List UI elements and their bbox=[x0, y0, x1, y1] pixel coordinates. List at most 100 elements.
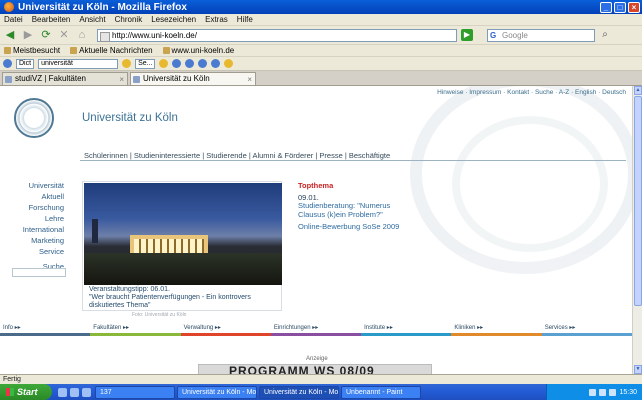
scroll-up-icon[interactable]: ▲ bbox=[634, 86, 642, 95]
taskbar-item[interactable]: Universität zu Köln - Mozilla Firefox bbox=[259, 385, 339, 399]
taskbar-item[interactable]: 137 bbox=[95, 385, 175, 399]
sidenav-item-forschung[interactable]: Forschung bbox=[4, 202, 64, 213]
page-icon bbox=[162, 47, 170, 54]
volume-icon[interactable] bbox=[609, 388, 617, 396]
image-credit: Foto: Universität zu Köln bbox=[132, 312, 187, 318]
forward-button[interactable]: ▶ bbox=[21, 28, 35, 42]
reload-button[interactable]: ⟳ bbox=[39, 28, 53, 42]
topthema-link-2[interactable]: Online-Bewerbung SoSe 2009 bbox=[298, 222, 408, 232]
quicklaunch-icon[interactable] bbox=[82, 387, 91, 397]
top-links[interactable]: Hinweise · Impressum · Kontakt · Suche ·… bbox=[437, 89, 626, 96]
pencil-icon[interactable] bbox=[224, 59, 234, 68]
tab-studivz[interactable]: studiVZ | Fakultäten × bbox=[2, 72, 128, 85]
dict-input[interactable]: universität bbox=[38, 58, 119, 69]
page-content: Hinweise · Impressum · Kontakt · Suche ·… bbox=[0, 86, 632, 374]
feature-image[interactable] bbox=[84, 183, 282, 285]
system-tray: 15:30 bbox=[546, 384, 642, 400]
start-button[interactable]: Start bbox=[0, 384, 52, 400]
window-titlebar: Universität zu Köln - Mozilla Firefox _ … bbox=[0, 0, 642, 14]
navigation-toolbar: ◀ ▶ ⟳ ✕ ⌂ http://www.uni-koeln.de/ ▶ Goo… bbox=[0, 26, 642, 45]
zoom-out-icon[interactable] bbox=[185, 59, 195, 68]
url-input[interactable]: http://www.uni-koeln.de/ bbox=[97, 28, 457, 42]
stop-button[interactable]: ✕ bbox=[57, 28, 71, 42]
university-name[interactable]: Universität zu Köln bbox=[82, 112, 178, 124]
search-icon[interactable]: ⌕ bbox=[599, 29, 611, 41]
color-category-bar: Info ▸▸ Fakultäten ▸▸ Verwaltung ▸▸ Einr… bbox=[0, 324, 632, 336]
menu-file[interactable]: Datei bbox=[4, 15, 23, 24]
university-seal-logo[interactable] bbox=[14, 98, 54, 138]
category-link-einrichtungen[interactable]: Einrichtungen ▸▸ bbox=[270, 324, 362, 336]
tray-icon[interactable] bbox=[589, 388, 597, 396]
menu-history[interactable]: Chronik bbox=[115, 15, 143, 24]
windows-taskbar: Start 137 Universität zu Köln - Mozilla … bbox=[0, 384, 642, 400]
bookmark-item[interactable]: Meistbesucht bbox=[4, 46, 60, 55]
search-engine-select[interactable]: Se... bbox=[135, 58, 156, 69]
category-link-institute[interactable]: Institute ▸▸ bbox=[361, 324, 452, 336]
vertical-scrollbar[interactable]: ▲ ▼ bbox=[632, 86, 642, 374]
menu-bookmarks[interactable]: Lesezeichen bbox=[151, 15, 196, 24]
search-input[interactable]: Google bbox=[487, 28, 595, 42]
trees-foreground bbox=[84, 253, 282, 285]
menu-view[interactable]: Ansicht bbox=[79, 15, 105, 24]
menu-edit[interactable]: Bearbeiten bbox=[32, 15, 71, 24]
feature-box[interactable]: Veranstaltungstipp: 06.01. "Wer braucht … bbox=[82, 181, 282, 311]
bookmarks-toolbar: Meistbesucht Aktuelle Nachrichten www.un… bbox=[0, 45, 642, 57]
zoom-reset-icon[interactable] bbox=[198, 59, 208, 68]
back-button[interactable]: ◀ bbox=[3, 28, 17, 42]
sidenav-item-service[interactable]: Service bbox=[4, 246, 64, 257]
quicklaunch-icon[interactable] bbox=[70, 387, 79, 397]
windows-logo-icon bbox=[6, 388, 14, 396]
dict-select[interactable]: Dict bbox=[16, 58, 35, 69]
feature-caption[interactable]: Veranstaltungstipp: 06.01. "Wer braucht … bbox=[89, 286, 279, 310]
category-link-fakultaeten[interactable]: Fakultäten ▸▸ bbox=[90, 324, 181, 336]
ad-label: Anzeige bbox=[306, 356, 328, 362]
menu-tools[interactable]: Extras bbox=[205, 15, 228, 24]
tab-uni-koeln[interactable]: Universität zu Köln × bbox=[130, 72, 256, 85]
main-navigation[interactable]: Schülerinnen | Studieninteressierte | St… bbox=[84, 151, 390, 160]
status-bar: Fertig bbox=[0, 374, 642, 384]
clock[interactable]: 15:30 bbox=[619, 389, 637, 396]
category-link-verwaltung[interactable]: Verwaltung ▸▸ bbox=[180, 324, 271, 336]
maximize-button[interactable]: □ bbox=[614, 1, 626, 13]
highlight-icon[interactable] bbox=[159, 59, 169, 68]
topthema-box: Topthema 09.01. Studienberatung: "Numeru… bbox=[298, 181, 408, 232]
site-search-input[interactable] bbox=[12, 268, 66, 277]
bookmark-icon bbox=[4, 47, 11, 54]
zoom-in-icon[interactable] bbox=[172, 59, 182, 68]
taskbar-item[interactable]: Unbenannt - Paint bbox=[341, 385, 421, 399]
menu-bar: Datei Bearbeiten Ansicht Chronik Lesezei… bbox=[0, 14, 642, 26]
quick-launch bbox=[58, 387, 91, 397]
sidenav-item-lehre[interactable]: Lehre bbox=[4, 213, 64, 224]
category-link-services[interactable]: Services ▸▸ bbox=[541, 324, 632, 336]
bookmark-item[interactable]: www.uni-koeln.de bbox=[162, 46, 234, 55]
category-link-info[interactable]: Info ▸▸ bbox=[0, 324, 91, 336]
sidenav-item-marketing[interactable]: Marketing bbox=[4, 235, 64, 246]
bookmark-item[interactable]: Aktuelle Nachrichten bbox=[70, 46, 153, 55]
tray-icon[interactable] bbox=[599, 388, 607, 396]
sidenav-item-international[interactable]: International bbox=[4, 224, 64, 235]
scrollbar-thumb[interactable] bbox=[634, 96, 642, 306]
sidenav-item-universitaet[interactable]: Universität bbox=[4, 180, 64, 191]
home-button[interactable]: ⌂ bbox=[75, 28, 89, 42]
menu-help[interactable]: Hilfe bbox=[237, 15, 253, 24]
close-icon[interactable]: × bbox=[119, 74, 124, 85]
close-icon[interactable]: × bbox=[247, 74, 252, 85]
minimize-button[interactable]: _ bbox=[600, 1, 612, 13]
taskbar-item[interactable]: Universität zu Köln - Mozilla Firefox bbox=[177, 385, 257, 399]
sidenav-item-aktuell[interactable]: Aktuell bbox=[4, 191, 64, 202]
topthema-link-1[interactable]: Studienberatung: "Numerus Clausus (k)ein… bbox=[298, 201, 408, 219]
go-button[interactable]: ▶ bbox=[461, 29, 473, 41]
addon-toolbar: Dict universität Se... bbox=[0, 57, 642, 71]
cathedral-tower bbox=[92, 219, 98, 243]
side-navigation: Universität Aktuell Forschung Lehre Inte… bbox=[4, 180, 64, 272]
category-link-kliniken[interactable]: Kliniken ▸▸ bbox=[451, 324, 542, 336]
search-icon[interactable] bbox=[122, 59, 132, 68]
promo-banner[interactable]: PROGRAMM WS 08/09 bbox=[198, 364, 432, 374]
firefox-icon bbox=[4, 2, 14, 12]
quicklaunch-icon[interactable] bbox=[58, 387, 67, 397]
close-button[interactable]: × bbox=[628, 1, 640, 13]
settings-icon[interactable] bbox=[211, 59, 221, 68]
topthema-heading: Topthema bbox=[298, 181, 334, 190]
rss-icon bbox=[70, 47, 78, 54]
scroll-down-icon[interactable]: ▼ bbox=[634, 365, 642, 374]
